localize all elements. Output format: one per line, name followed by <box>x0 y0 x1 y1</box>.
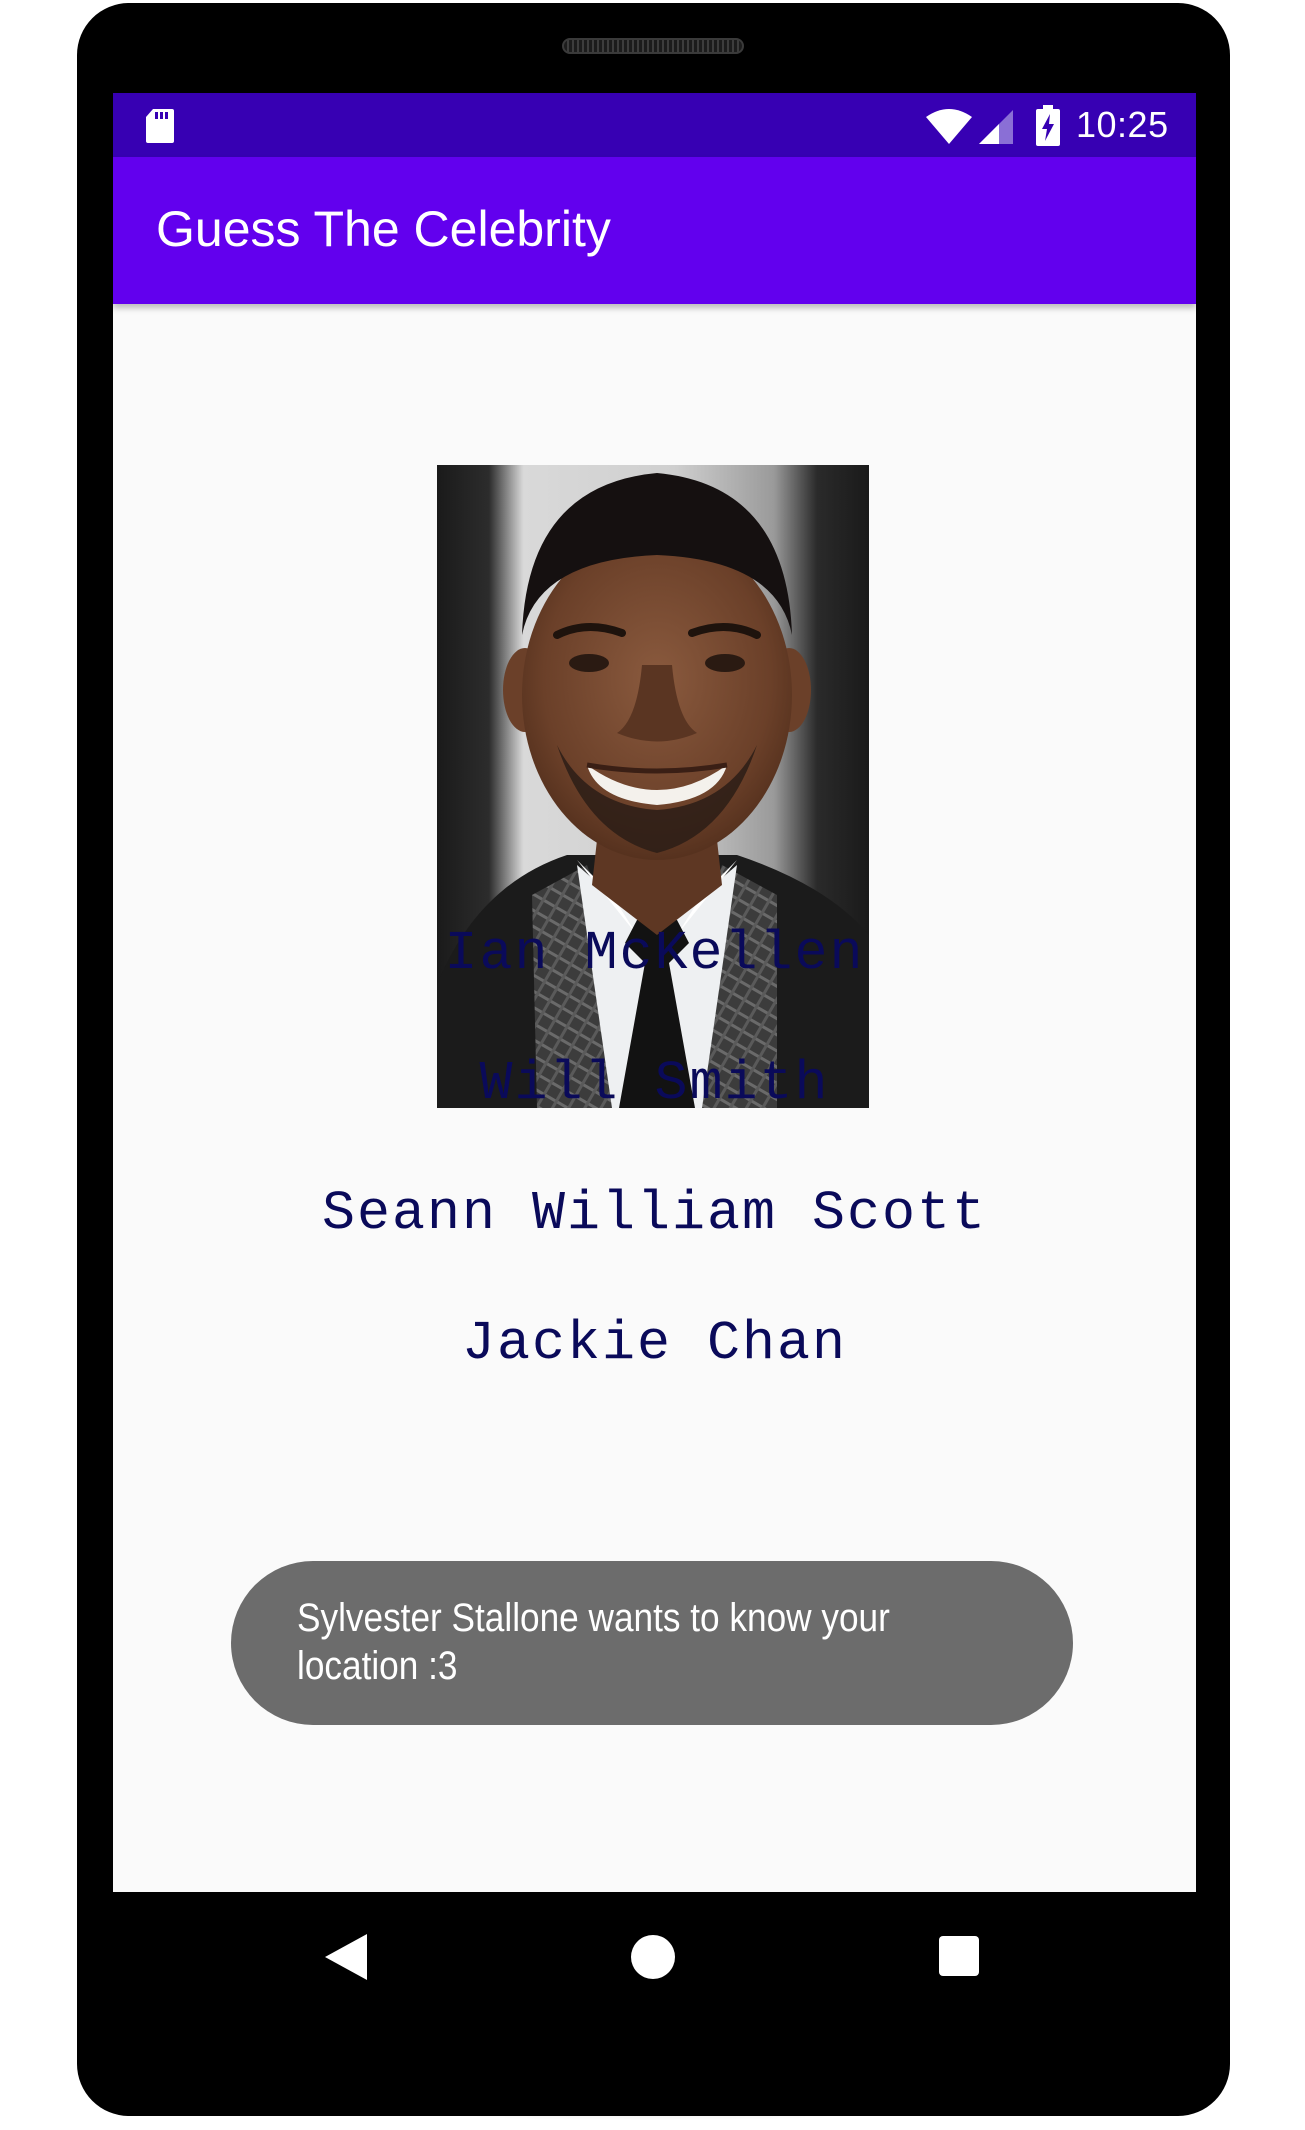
app-title: Guess The Celebrity <box>156 201 611 257</box>
option-button-1[interactable]: Ian McKellen <box>113 919 1196 989</box>
option-button-3[interactable]: Seann William Scott <box>113 1179 1196 1249</box>
option-button-4[interactable]: Jackie Chan <box>113 1309 1196 1379</box>
app-bar: Guess The Celebrity <box>113 157 1196 304</box>
toast-text: Sylvester Stallone wants to know your lo… <box>297 1596 890 1688</box>
back-icon[interactable] <box>323 1932 369 1982</box>
earpiece-speaker <box>562 38 744 54</box>
status-bar: 10:25 <box>113 93 1196 157</box>
phone-frame: 10:25 Guess The Celebrity Ian McKellen W… <box>77 3 1230 2116</box>
stage: 10:25 Guess The Celebrity Ian McKellen W… <box>0 0 1305 2130</box>
navigation-bar <box>113 1892 1196 2052</box>
status-clock: 10:25 <box>1076 104 1169 145</box>
option-button-2[interactable]: Will Smith <box>113 1049 1196 1119</box>
cell-signal-icon <box>979 110 1013 144</box>
home-icon[interactable] <box>631 1935 675 1979</box>
celebrity-portrait-image <box>437 465 869 1108</box>
toast-message: Sylvester Stallone wants to know your lo… <box>231 1561 1073 1725</box>
recents-icon[interactable] <box>939 1936 979 1976</box>
sd-card-icon <box>146 109 174 143</box>
wifi-icon <box>926 109 972 144</box>
battery-charging-icon <box>1036 105 1060 146</box>
screen: 10:25 Guess The Celebrity Ian McKellen W… <box>113 93 1196 1892</box>
